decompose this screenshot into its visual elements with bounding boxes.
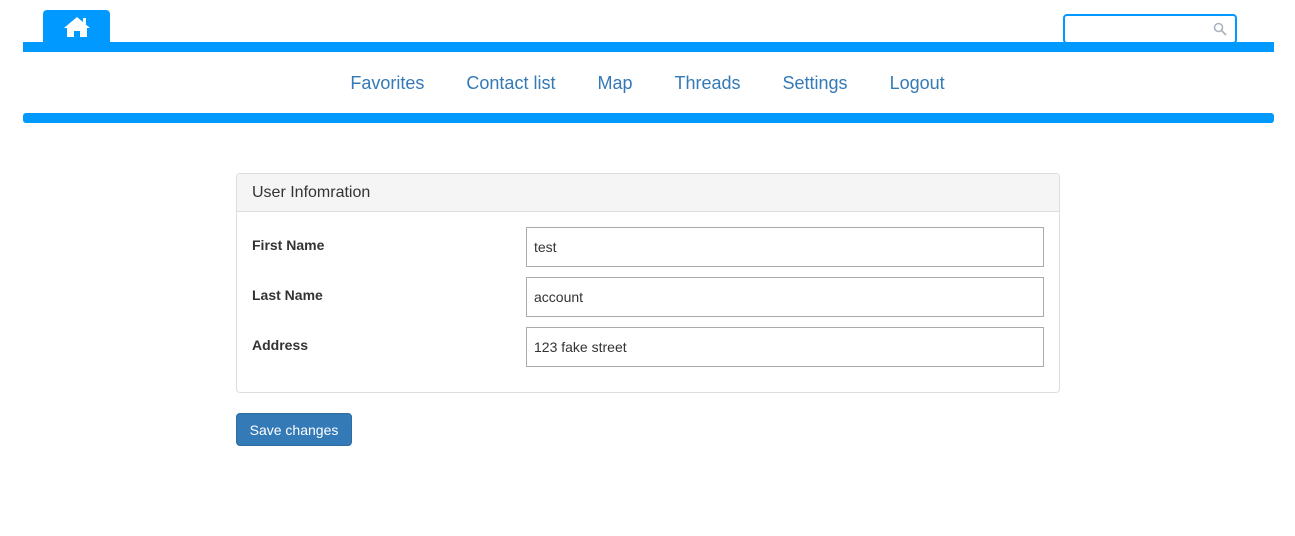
- nav-item-settings[interactable]: Settings: [762, 70, 869, 96]
- nav-item-threads[interactable]: Threads: [653, 70, 761, 96]
- search-input[interactable]: [1071, 19, 1215, 41]
- nav-item-contact-list[interactable]: Contact list: [445, 70, 576, 96]
- address-label: Address: [252, 337, 309, 353]
- last-name-row: Last Name: [237, 277, 1059, 317]
- address-row: Address: [237, 327, 1059, 367]
- user-info-panel: User Infomration First Name Last Name Ad…: [236, 173, 1060, 393]
- save-changes-button[interactable]: Save changes: [236, 413, 352, 446]
- address-input[interactable]: [526, 327, 1044, 367]
- nav-item-map[interactable]: Map: [576, 70, 653, 96]
- panel-title: User Infomration: [237, 174, 1059, 212]
- first-name-label: First Name: [252, 237, 325, 253]
- first-name-row: First Name: [237, 227, 1059, 267]
- first-name-input[interactable]: [526, 227, 1044, 267]
- search-box[interactable]: [1063, 14, 1237, 44]
- page: Favorites Contact list Map Threads Setti…: [0, 0, 1295, 536]
- last-name-input[interactable]: [526, 277, 1044, 317]
- last-name-label: Last Name: [252, 287, 323, 303]
- home-button[interactable]: [43, 10, 110, 44]
- main-nav: Favorites Contact list Map Threads Setti…: [0, 70, 1295, 96]
- nav-item-logout[interactable]: Logout: [869, 70, 966, 96]
- search-icon[interactable]: [1213, 22, 1227, 36]
- home-icon: [63, 17, 90, 37]
- nav-divider: [23, 113, 1274, 123]
- nav-item-favorites[interactable]: Favorites: [329, 70, 445, 96]
